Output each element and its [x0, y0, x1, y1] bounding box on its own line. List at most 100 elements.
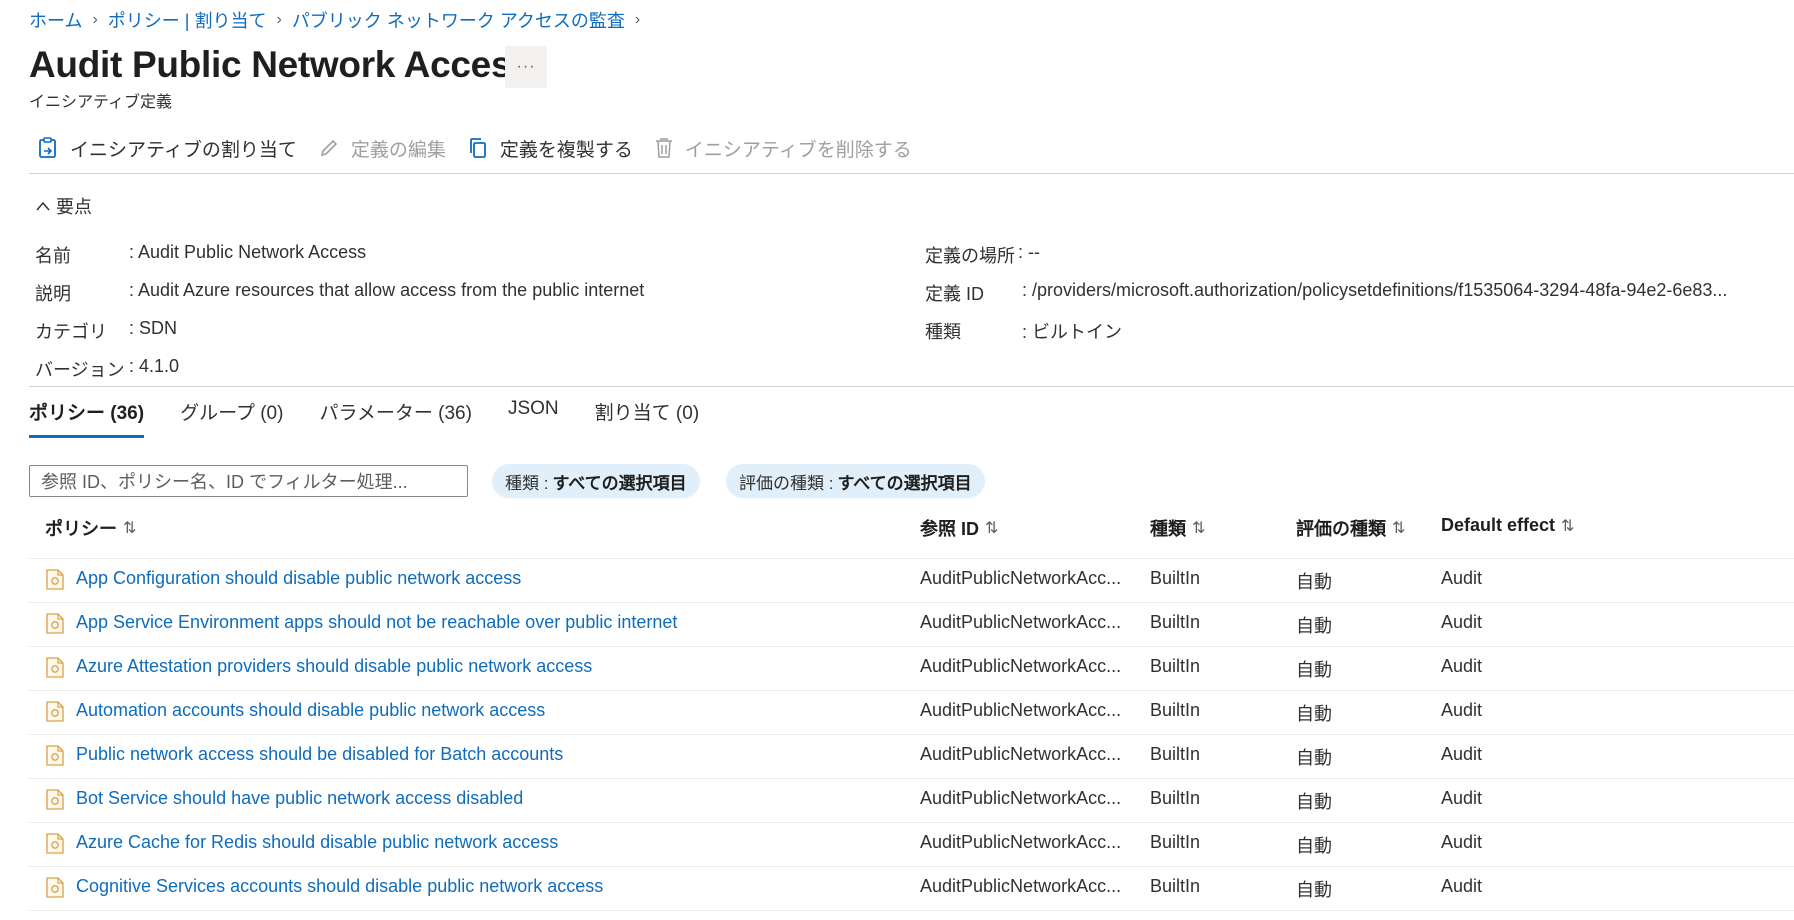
row-divider — [29, 822, 1794, 823]
edit-definition-label: 定義の編集 — [350, 139, 446, 161]
evaluation-type-filter-pill[interactable]: 評価の種類 : すべての選択項目 — [726, 464, 985, 498]
reference-id-cell: AuditPublicNetworkAcc... — [920, 876, 1122, 896]
row-divider — [29, 778, 1794, 779]
definition-location-label: 定義の場所 — [925, 246, 1015, 266]
column-header-evaluation-type[interactable]: 評価の種類 ⇅ — [1296, 515, 1405, 541]
more-options-button[interactable]: ··· — [505, 46, 547, 88]
policy-definition-icon — [46, 569, 64, 590]
policy-name-link[interactable]: App Configuration should disable public … — [76, 568, 521, 589]
delete-initiative-button[interactable]: イニシアティブを削除する — [655, 135, 912, 162]
sort-icon: ⇅ — [1392, 520, 1406, 537]
type-filter-label: 種類 : — [505, 473, 549, 493]
reference-id-cell: AuditPublicNetworkAcc... — [920, 656, 1122, 676]
evaluation-type-cell: 自動 — [1296, 792, 1332, 812]
type-filter-value: すべての選択項目 — [552, 473, 687, 493]
type-cell: BuiltIn — [1150, 744, 1201, 764]
policy-definition-icon — [46, 877, 64, 898]
chevron-right-icon: › — [92, 11, 98, 28]
edit-definition-button[interactable]: 定義の編集 — [319, 135, 446, 162]
policy-definition-icon — [46, 613, 64, 634]
policy-definition-icon — [46, 657, 64, 678]
row-divider — [29, 690, 1794, 691]
chevron-right-icon: › — [276, 11, 282, 28]
policy-name-link[interactable]: Azure Cache for Redis should disable pub… — [76, 832, 558, 853]
essentials-toggle[interactable]: 要点 — [35, 193, 92, 219]
definition-id-value: : /providers/microsoft.authorization/pol… — [1022, 280, 1728, 300]
policy-name-link[interactable]: Azure Attestation providers should disab… — [76, 656, 592, 677]
row-divider — [29, 910, 1794, 911]
category-value: : SDN — [129, 318, 178, 338]
filter-input[interactable]: 参照 ID、ポリシー名、ID でフィルター処理... — [29, 465, 468, 497]
policy-name-link[interactable]: Automation accounts should disable publi… — [76, 700, 545, 721]
column-header-type[interactable]: 種類 ⇅ — [1150, 515, 1205, 541]
type-label: 種類 — [925, 322, 961, 342]
category-label: カテゴリ — [35, 322, 107, 342]
type-cell: BuiltIn — [1150, 788, 1201, 808]
description-label: 説明 — [35, 284, 71, 304]
essentials-divider — [29, 386, 1794, 387]
column-header-default-effect[interactable]: Default effect ⇅ — [1441, 515, 1574, 536]
reference-id-cell: AuditPublicNetworkAcc... — [920, 612, 1122, 632]
column-header-type-label: 種類 — [1150, 519, 1186, 539]
breadcrumb-home[interactable]: ホーム — [29, 7, 82, 33]
duplicate-definition-label: 定義を複製する — [499, 139, 633, 161]
default-effect-cell: Audit — [1441, 744, 1483, 764]
policy-name-link[interactable]: Public network access should be disabled… — [76, 744, 563, 765]
toolbar-divider — [29, 173, 1794, 174]
reference-id-cell: AuditPublicNetworkAcc... — [920, 700, 1122, 720]
definition-location-value: : -- — [1018, 242, 1040, 262]
clipboard-assign-icon — [39, 137, 56, 158]
duplicate-definition-button[interactable]: 定義を複製する — [468, 135, 633, 162]
reference-id-cell: AuditPublicNetworkAcc... — [920, 568, 1122, 588]
policy-definition-icon — [46, 701, 64, 722]
type-cell: BuiltIn — [1150, 612, 1201, 632]
evaluation-type-cell: 自動 — [1296, 836, 1332, 856]
reference-id-cell: AuditPublicNetworkAcc... — [920, 832, 1122, 852]
reference-id-cell: AuditPublicNetworkAcc... — [920, 788, 1122, 808]
type-cell: BuiltIn — [1150, 832, 1201, 852]
type-cell: BuiltIn — [1150, 568, 1201, 588]
row-divider — [29, 602, 1794, 603]
tab-policies[interactable]: ポリシー (36) — [29, 398, 145, 438]
column-header-policy-label: ポリシー — [45, 519, 117, 539]
policy-name-link[interactable]: Cognitive Services accounts should disab… — [76, 876, 603, 897]
breadcrumb: ホーム › ポリシー | 割り当て › パブリック ネットワーク アクセスの監査… — [29, 8, 650, 32]
row-divider — [29, 734, 1794, 735]
evaluation-type-cell: 自動 — [1296, 660, 1332, 680]
sort-icon: ⇅ — [1561, 517, 1575, 535]
tab-parameters[interactable]: パラメーター (36) — [319, 398, 472, 438]
chevron-up-icon — [36, 201, 50, 211]
evaluation-type-cell: 自動 — [1296, 880, 1332, 900]
reference-id-cell: AuditPublicNetworkAcc... — [920, 744, 1122, 764]
policy-definition-icon — [46, 745, 64, 766]
assign-initiative-button[interactable]: イニシアティブの割り当て — [38, 135, 297, 162]
version-label: バージョン — [35, 360, 125, 380]
type-cell: BuiltIn — [1150, 700, 1201, 720]
name-label: 名前 — [35, 246, 71, 266]
essentials-label: 要点 — [56, 197, 92, 217]
evaluation-type-cell: 自動 — [1296, 704, 1332, 724]
sort-icon: ⇅ — [985, 520, 999, 537]
policy-name-link[interactable]: Bot Service should have public network a… — [76, 788, 523, 809]
sort-icon: ⇅ — [123, 520, 137, 537]
policy-name-link[interactable]: App Service Environment apps should not … — [76, 612, 677, 633]
policy-definition-icon — [46, 789, 64, 810]
tab-assignments[interactable]: 割り当て (0) — [595, 398, 700, 438]
type-value: : ビルトイン — [1022, 322, 1123, 342]
tab-json[interactable]: JSON — [508, 398, 559, 438]
evaluation-type-cell: 自動 — [1296, 572, 1332, 592]
version-value: : 4.1.0 — [129, 356, 180, 376]
column-header-default-effect-label: Default effect — [1441, 515, 1556, 535]
default-effect-cell: Audit — [1441, 612, 1483, 632]
breadcrumb-initiative[interactable]: パブリック ネットワーク アクセスの監査 — [292, 7, 625, 33]
default-effect-cell: Audit — [1441, 788, 1483, 808]
chevron-right-icon: › — [634, 11, 641, 28]
type-filter-pill[interactable]: 種類 : すべての選択項目 — [492, 464, 700, 498]
delete-initiative-label: イニシアティブを削除する — [684, 139, 912, 161]
type-cell: BuiltIn — [1150, 876, 1201, 896]
tab-groups[interactable]: グループ (0) — [180, 398, 283, 438]
column-header-policy[interactable]: ポリシー ⇅ — [45, 515, 136, 541]
column-header-reference-id[interactable]: 参照 ID ⇅ — [920, 515, 998, 541]
breadcrumb-policy-assignments[interactable]: ポリシー | 割り当て — [108, 7, 267, 33]
command-bar: イニシアティブの割り当て 定義の編集 定義を複製する イニシアティブを削除する — [38, 132, 934, 164]
